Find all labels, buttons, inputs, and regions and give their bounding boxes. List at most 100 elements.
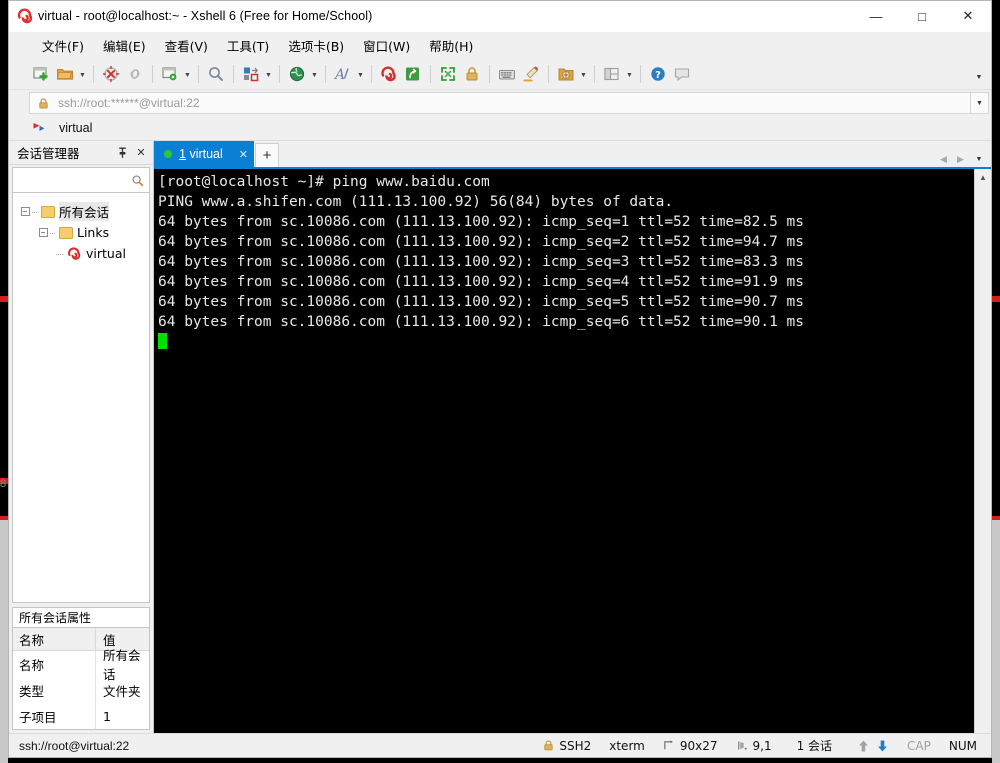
toolbar: ▼ ▼ ▼ ▼ A ▼ ▼ ▼ ? ▼ (9, 59, 991, 90)
terminal-scrollbar[interactable]: ▲ (974, 169, 991, 733)
add-note-caret-icon[interactable]: ▼ (578, 62, 589, 86)
expander-icon[interactable]: − (37, 222, 49, 243)
backdrop-strip (992, 520, 1000, 763)
close-icon[interactable]: ✕ (133, 146, 149, 159)
help-icon[interactable]: ? (646, 62, 670, 86)
open-folder-icon[interactable] (53, 62, 77, 86)
terminal-line: 64 bytes from sc.10086.com (111.13.100.9… (158, 274, 805, 290)
tree-connector: ··· (49, 227, 56, 238)
lock-icon[interactable] (460, 62, 484, 86)
menu-tabs[interactable]: 选项卡(B) (279, 32, 353, 59)
tab-virtual[interactable]: 1 virtual ✕ (154, 141, 254, 167)
property-value: 所有会话 (95, 648, 149, 682)
new-session-icon[interactable] (29, 62, 53, 86)
terminal-line: 64 bytes from sc.10086.com (111.13.100.9… (158, 234, 805, 250)
status-bar: ssh://root@virtual:22 SSH2 xterm 90x27 9… (9, 733, 991, 757)
add-note-icon[interactable] (554, 62, 578, 86)
menu-tools[interactable]: 工具(T) (218, 32, 278, 59)
tab-list-dropdown-icon[interactable]: ▼ (969, 156, 989, 163)
tree-item-label: virtual (86, 246, 126, 261)
open-folder-caret-icon[interactable]: ▼ (77, 62, 88, 86)
tree-item-label: Links (77, 225, 110, 240)
fullscreen-icon[interactable] (436, 62, 460, 86)
property-name: 子项目 (19, 709, 57, 725)
xftp-icon[interactable] (401, 62, 425, 86)
address-bar[interactable]: ssh://root:******@virtual:22 (29, 92, 971, 114)
maximize-button[interactable]: □ (899, 1, 945, 32)
terminal-output[interactable]: [root@localhost ~]# ping www.baidu.com PI… (154, 169, 974, 733)
find-icon[interactable] (204, 62, 228, 86)
session-search-input[interactable] (12, 167, 150, 193)
globe-icon[interactable] (285, 62, 309, 86)
minimize-button[interactable]: — (853, 1, 899, 32)
tree-item-label: 所有会话 (59, 202, 110, 221)
menu-edit[interactable]: 编辑(E) (94, 32, 155, 59)
menu-help[interactable]: 帮助(H) (420, 32, 482, 59)
status-transfer (848, 739, 898, 753)
layout-icon[interactable] (600, 62, 624, 86)
pin-icon[interactable] (117, 147, 133, 159)
scroll-up-icon[interactable]: ▲ (975, 169, 991, 185)
terminal-line: 64 bytes from sc.10086.com (111.13.100.9… (158, 214, 805, 230)
toolbar-separator (640, 65, 641, 83)
status-protocol-label: SSH2 (559, 738, 592, 753)
transfer-caret-icon[interactable]: ▼ (263, 62, 274, 86)
lock-icon (542, 739, 556, 753)
screen-size-icon (663, 739, 677, 753)
highlight-icon[interactable] (519, 62, 543, 86)
comment-icon[interactable] (670, 62, 694, 86)
folder-icon (59, 226, 73, 239)
terminal-line: 64 bytes from sc.10086.com (111.13.100.9… (158, 254, 805, 270)
globe-caret-icon[interactable]: ▼ (309, 62, 320, 86)
font-caret-icon[interactable]: ▼ (355, 62, 366, 86)
tree-item-all-sessions[interactable]: − ··· 所有会话 (13, 201, 149, 222)
toolbar-overflow-icon[interactable]: ▼ (971, 59, 987, 90)
tree-item-links[interactable]: − ··· Links (13, 222, 149, 243)
transfer-icon[interactable] (239, 62, 263, 86)
session-tree[interactable]: − ··· 所有会话 − ··· Links ···· virtual (12, 193, 150, 603)
toolbar-separator (279, 65, 280, 83)
menu-view[interactable]: 查看(V) (156, 32, 217, 59)
tree-item-virtual[interactable]: ···· virtual (13, 243, 149, 264)
close-button[interactable]: ✕ (945, 1, 991, 32)
terminal-line: PING www.a.shifen.com (111.13.100.92) 56… (158, 194, 674, 210)
tab-prev-icon[interactable]: ◀ (935, 154, 952, 165)
disconnect-icon[interactable] (99, 62, 123, 86)
table-row[interactable]: 类型 文件夹 (13, 677, 149, 703)
table-row[interactable]: 子项目 1 (13, 703, 149, 729)
reconnect-icon[interactable] (123, 62, 147, 86)
session-properties-icon[interactable] (158, 62, 182, 86)
tab-next-icon[interactable]: ▶ (952, 154, 969, 165)
address-dropdown-icon[interactable]: ▼ (971, 92, 989, 114)
arrow-down-icon (876, 739, 889, 753)
svg-text:A: A (334, 67, 345, 83)
arrow-up-icon (857, 739, 870, 753)
terminal-line: [root@localhost ~]# ping www.baidu.com (158, 174, 490, 190)
toolbar-separator (594, 65, 595, 83)
properties-table: 名称 值 名称 所有会话 类型 文件夹 子项目 1 (12, 627, 150, 730)
toolbar-separator (548, 65, 549, 83)
tab-close-icon[interactable]: ✕ (229, 148, 248, 161)
cursor-pos-icon (736, 739, 750, 753)
table-row[interactable]: 名称 所有会话 (13, 648, 149, 682)
quick-session-label[interactable]: virtual (47, 121, 92, 135)
address-input[interactable]: ssh://root:******@virtual:22 (50, 96, 200, 110)
keyboard-icon[interactable] (495, 62, 519, 86)
menu-window[interactable]: 窗口(W) (354, 32, 419, 59)
session-manager-title: 会话管理器 (17, 146, 80, 161)
font-icon[interactable]: A (331, 62, 355, 86)
status-connection: ssh://root@virtual:22 (19, 738, 130, 753)
session-properties-caret-icon[interactable]: ▼ (182, 62, 193, 86)
toolbar-separator (430, 65, 431, 83)
xshell-logo-icon (9, 8, 35, 24)
tab-status-dot-icon (164, 150, 172, 158)
session-flag-icon (31, 120, 47, 136)
toolbar-separator (152, 65, 153, 83)
menu-file[interactable]: 文件(F) (33, 32, 93, 59)
expander-icon[interactable]: − (19, 201, 31, 222)
status-size-label: 90x27 (679, 738, 718, 753)
status-terminal-type: xterm (609, 738, 645, 753)
xshell-icon[interactable] (377, 62, 401, 86)
layout-caret-icon[interactable]: ▼ (624, 62, 635, 86)
new-tab-button[interactable]: + (255, 143, 279, 167)
